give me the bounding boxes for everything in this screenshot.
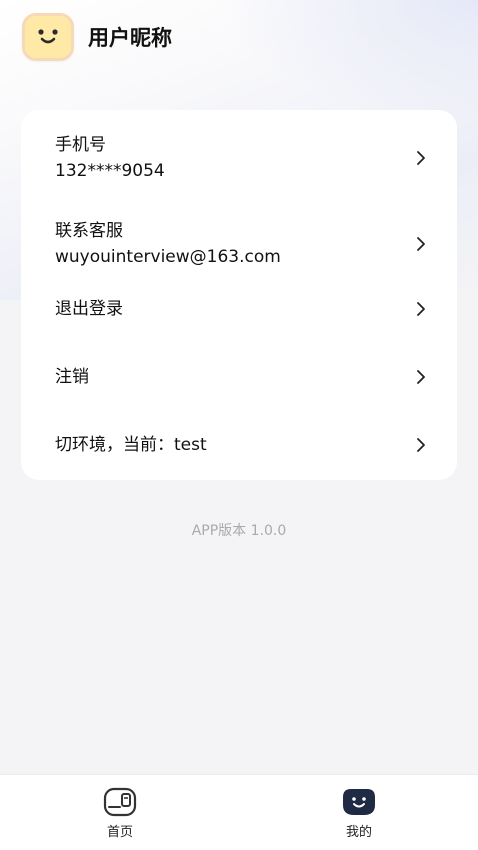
logout-row[interactable]: 退出登录	[21, 286, 457, 332]
tab-home-label: 首页	[106, 825, 133, 840]
chevron-right-icon	[417, 370, 425, 384]
switch-environment-label: 切环境，当前：test	[55, 435, 207, 455]
phone-row[interactable]: 手机号 132****9054	[21, 122, 457, 194]
customer-service-label: 联系客服	[55, 221, 123, 241]
home-card-icon	[103, 787, 137, 817]
chevron-right-icon	[417, 302, 425, 316]
switch-environment-row[interactable]: 切环境，当前：test	[21, 422, 457, 468]
chevron-right-icon	[417, 438, 425, 452]
logout-label: 退出登录	[55, 299, 123, 319]
nickname[interactable]: 用户昵称	[88, 22, 172, 52]
smiley-face-icon	[343, 789, 375, 815]
settings-card: 手机号 132****9054 联系客服 wuyouinterview@163.…	[21, 110, 457, 480]
app-version: APP版本 1.0.0	[191, 523, 287, 539]
deactivate-label: 注销	[55, 367, 89, 387]
profile-header[interactable]: 用户昵称	[22, 12, 172, 62]
smiley-face-icon	[38, 29, 58, 44]
tab-home[interactable]: 首页	[80, 787, 160, 840]
deactivate-row[interactable]: 注销	[21, 354, 457, 400]
avatar[interactable]	[22, 13, 74, 61]
bottom-tab-bar: 首页 我的	[0, 774, 478, 850]
phone-value: 132****9054	[55, 161, 165, 181]
tab-mine-label: 我的	[345, 825, 372, 840]
tab-mine[interactable]: 我的	[319, 787, 399, 840]
chevron-right-icon	[417, 237, 425, 251]
phone-label: 手机号	[55, 135, 106, 155]
chevron-right-icon	[417, 151, 425, 165]
customer-service-row[interactable]: 联系客服 wuyouinterview@163.com	[21, 208, 457, 280]
customer-service-email: wuyouinterview@163.com	[55, 247, 281, 267]
